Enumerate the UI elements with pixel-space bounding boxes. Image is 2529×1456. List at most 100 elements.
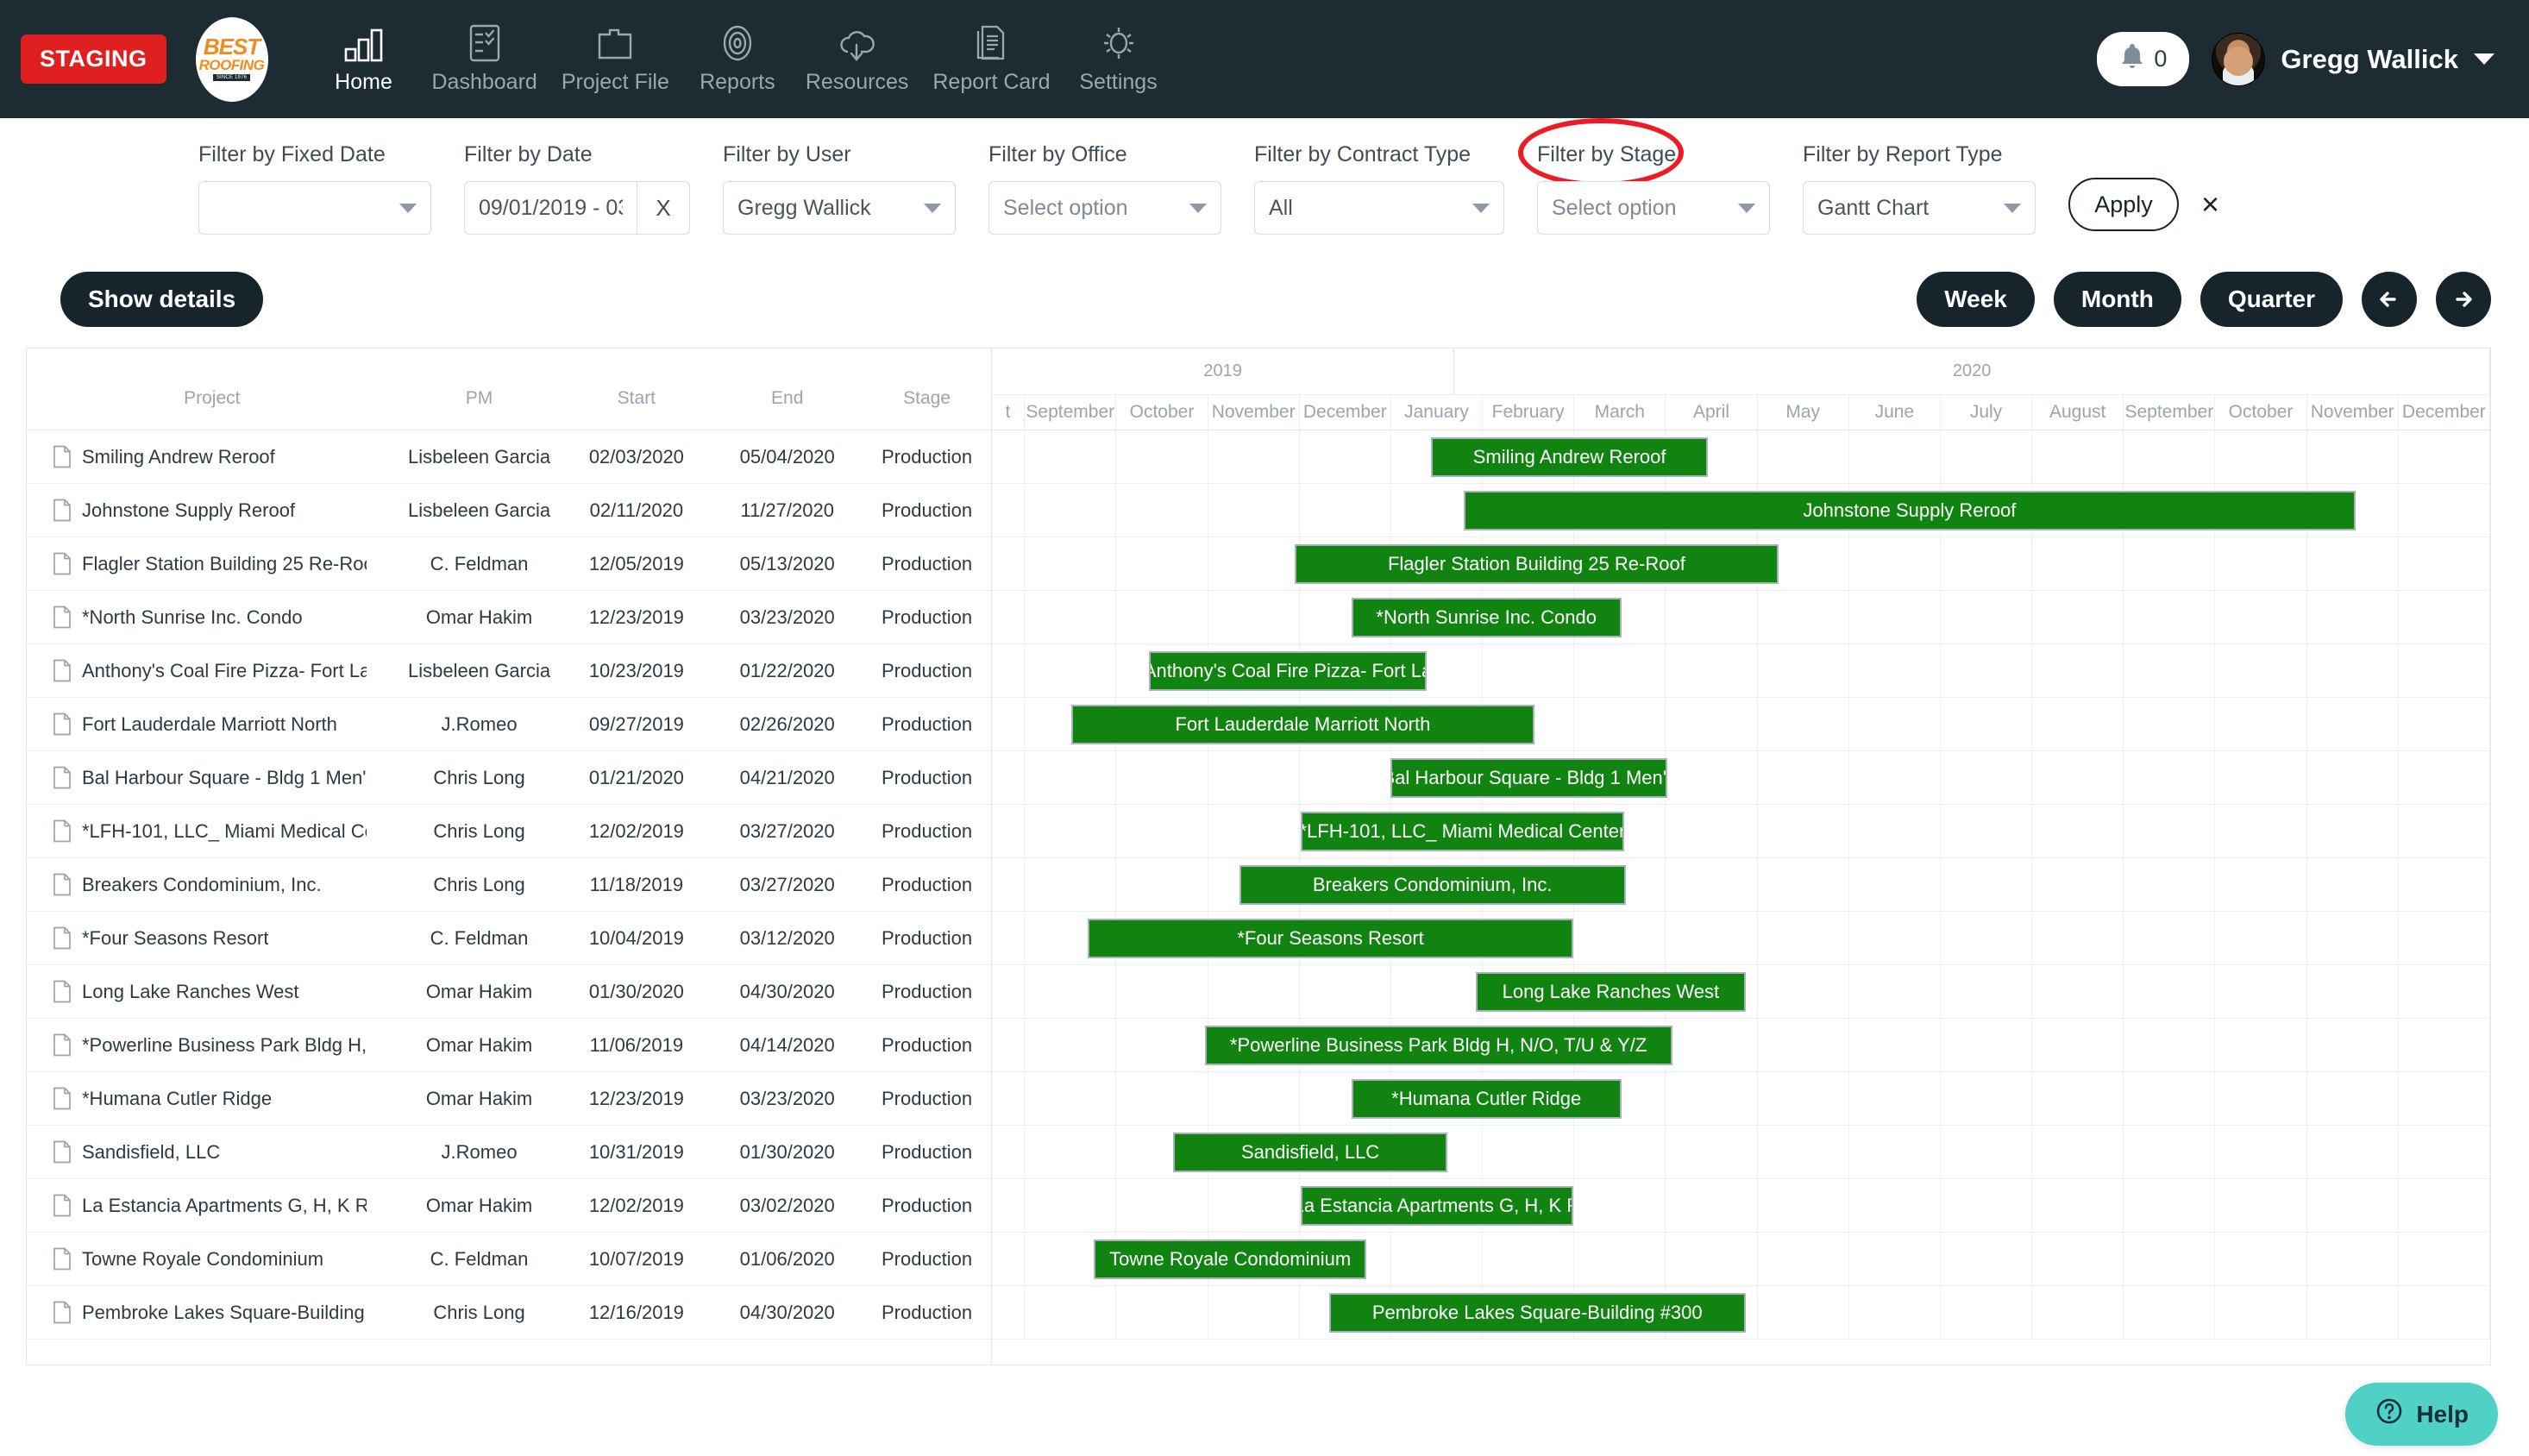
table-row[interactable]: Smiling Andrew Reroof Lisbeleen Garcia 02/… (27, 430, 991, 484)
timeline-grid-cell (1941, 1286, 2033, 1339)
timeline-grid-cell (1849, 1233, 1941, 1285)
timeline-grid-cell (1758, 751, 1849, 804)
gantt-bar[interactable]: *LFH-101, LLC_ Miami Medical Center (1300, 812, 1624, 851)
gantt-bar[interactable]: Anthony's Coal Fire Pizza- Fort La (1149, 651, 1427, 691)
filter-office-select[interactable]: Select option (988, 181, 1221, 235)
table-row[interactable]: *Powerline Business Park Bldg H, N/O Omar… (27, 1019, 991, 1072)
gantt-bar[interactable]: Fort Lauderdale Marriott North (1071, 705, 1534, 744)
table-row[interactable]: Sandisfield, LLC J.Romeo 10/31/2019 01/30/2… (27, 1126, 991, 1179)
timeline-grid-cell (1208, 751, 1300, 804)
cell-stage: Production (881, 819, 973, 842)
gantt-bar[interactable]: Pembroke Lakes Square-Building #300 (1328, 1293, 1746, 1333)
filter-date-wrapper: 09/01/2019 - 03/ X (464, 181, 690, 235)
nav-item-resources[interactable]: Resources (794, 24, 921, 95)
timeline-grid-cell (1849, 537, 1941, 590)
gantt-bar[interactable]: Smiling Andrew Reroof (1430, 437, 1709, 477)
cell-end: 03/23/2020 (739, 1087, 835, 1109)
table-row[interactable]: Johnstone Supply Reroof Lisbeleen Garcia 0… (27, 484, 991, 537)
show-details-button[interactable]: Show details (60, 272, 264, 327)
filter-fixed-date-select[interactable] (198, 181, 431, 235)
table-row[interactable]: *LFH-101, LLC_ Miami Medical Center Chris… (27, 805, 991, 858)
apply-button[interactable]: Apply (2068, 178, 2179, 231)
nav-item-settings[interactable]: Settings (1063, 24, 1175, 95)
table-row[interactable]: *North Sunrise Inc. Condo Omar Hakim 12/23… (27, 591, 991, 644)
timeline-grid-cell (1666, 644, 1758, 697)
gantt-bar[interactable]: Breakers Condominium, Inc. (1239, 865, 1626, 905)
table-row[interactable]: Flagler Station Building 25 Re-Roof C. Fe… (27, 537, 991, 591)
document-icon (53, 606, 71, 629)
filter-date-input[interactable]: 09/01/2019 - 03/ (464, 181, 637, 235)
filter-fixed-date-label: Filter by Fixed Date (198, 142, 386, 166)
timeline-grid-cell (2215, 430, 2307, 483)
filter-stage-select[interactable]: Select option (1537, 181, 1770, 235)
table-row[interactable]: Bal Harbour Square - Bldg 1 Men's Wa Chri… (27, 751, 991, 805)
gantt-bar[interactable]: Bal Harbour Square - Bldg 1 Men's (1390, 758, 1668, 798)
month-button[interactable]: Month (2053, 272, 2181, 327)
nav-item-report-card[interactable]: Report Card (920, 24, 1062, 95)
chevron-down-icon[interactable] (2474, 53, 2494, 65)
filter-user-select[interactable]: Gregg Wallick (723, 181, 956, 235)
next-period-button[interactable] (2436, 272, 2491, 327)
timeline-grid-cell (2399, 912, 2490, 964)
gantt-bar[interactable]: *Four Seasons Resort (1088, 919, 1573, 958)
document-icon (53, 766, 71, 789)
project-name: Sandisfield, LLC (82, 1140, 221, 1163)
quarter-button[interactable]: Quarter (2200, 272, 2343, 327)
timeline-grid-cell (1666, 1072, 1758, 1125)
filter-report-type: Filter by Report Type Gantt Chart (1803, 142, 2036, 235)
user-menu[interactable]: Gregg Wallick (2212, 32, 2494, 86)
nav-item-home[interactable]: Home (308, 24, 420, 95)
timeline-grid-cell (1483, 1233, 1575, 1285)
filter-report-type-select[interactable]: Gantt Chart (1803, 181, 2036, 235)
cell-end: 04/30/2020 (739, 1301, 835, 1323)
cell-pm: Chris Long (433, 766, 525, 788)
nav-item-reports[interactable]: Reports (681, 24, 794, 95)
best-roofing-logo[interactable]: BEST ROOFING SINCE 1976 (195, 16, 268, 102)
timeline-grid-cell (1849, 430, 1941, 483)
gantt-bar[interactable]: Johnstone Supply Reroof (1464, 491, 2356, 530)
project-name: Pembroke Lakes Square-Building #300 (82, 1301, 367, 1323)
timeline-row: Long Lake Ranches West (992, 965, 2490, 1019)
timeline-grid-cell (1574, 698, 1666, 750)
gantt-bar[interactable]: Flagler Station Building 25 Re-Roof (1294, 544, 1779, 584)
timeline-month-cell: January (1391, 395, 1484, 430)
gantt-bar[interactable]: La Estancia Apartments G, H, K R (1300, 1186, 1573, 1226)
gantt-bar[interactable]: Long Lake Ranches West (1476, 972, 1746, 1012)
timeline-grid-cell (1300, 965, 1391, 1018)
timeline-row: *Humana Cutler Ridge (992, 1072, 2490, 1126)
table-row[interactable]: Long Lake Ranches West Omar Hakim 01/30/20… (27, 965, 991, 1019)
table-row[interactable]: Breakers Condominium, Inc. Chris Long 11/1… (27, 858, 991, 912)
close-filters-button[interactable]: × (2201, 178, 2219, 231)
table-row[interactable]: *Humana Cutler Ridge Omar Hakim 12/23/2019… (27, 1072, 991, 1126)
table-row[interactable]: Fort Lauderdale Marriott North J.Romeo 09/… (27, 698, 991, 751)
timeline-month-cell: July (1941, 395, 2033, 430)
document-icon (53, 926, 71, 950)
gantt-bar[interactable]: Towne Royale Condominium (1094, 1239, 1367, 1279)
table-row[interactable]: La Estancia Apartments G, H, K Reroo Omar… (27, 1179, 991, 1233)
filter-date-clear-button[interactable]: X (637, 181, 690, 235)
gantt-bar[interactable]: *Powerline Business Park Bldg H, N/O, T/… (1204, 1026, 1672, 1065)
timeline-grid-cell (1849, 1072, 1941, 1125)
table-row[interactable]: *Four Seasons Resort C. Feldman 10/04/2019… (27, 912, 991, 965)
table-row[interactable]: Pembroke Lakes Square-Building #300 Chris… (27, 1286, 991, 1340)
gantt-bar[interactable]: Sandisfield, LLC (1173, 1133, 1448, 1172)
timeline-grid-cell (2032, 912, 2124, 964)
nav-item-project-file[interactable]: Project File (549, 24, 681, 95)
filter-contract-type-select[interactable]: All (1254, 181, 1504, 235)
timeline-month-cell: t (992, 395, 1026, 430)
notifications-button[interactable]: 0 (2097, 32, 2190, 86)
gantt-bar[interactable]: *Humana Cutler Ridge (1351, 1079, 1622, 1119)
gantt-bar[interactable]: *North Sunrise Inc. Condo (1351, 598, 1622, 637)
previous-period-button[interactable] (2362, 272, 2417, 327)
table-row[interactable]: Towne Royale Condominium C. Feldman 10/07/… (27, 1233, 991, 1286)
timeline-grid-cell (1116, 591, 1208, 643)
week-button[interactable]: Week (1917, 272, 2035, 327)
timeline-grid-cell (2215, 805, 2307, 857)
timeline-grid-cell (992, 805, 1026, 857)
table-row[interactable]: Anthony's Coal Fire Pizza- Fort Lauder Li… (27, 644, 991, 698)
cell-pm: J.Romeo (441, 712, 518, 735)
timeline-grid-cell (1208, 1179, 1300, 1232)
project-name: *LFH-101, LLC_ Miami Medical Center (82, 819, 367, 842)
column-header-project: Project (184, 388, 241, 408)
nav-item-dashboard[interactable]: Dashboard (420, 24, 549, 95)
